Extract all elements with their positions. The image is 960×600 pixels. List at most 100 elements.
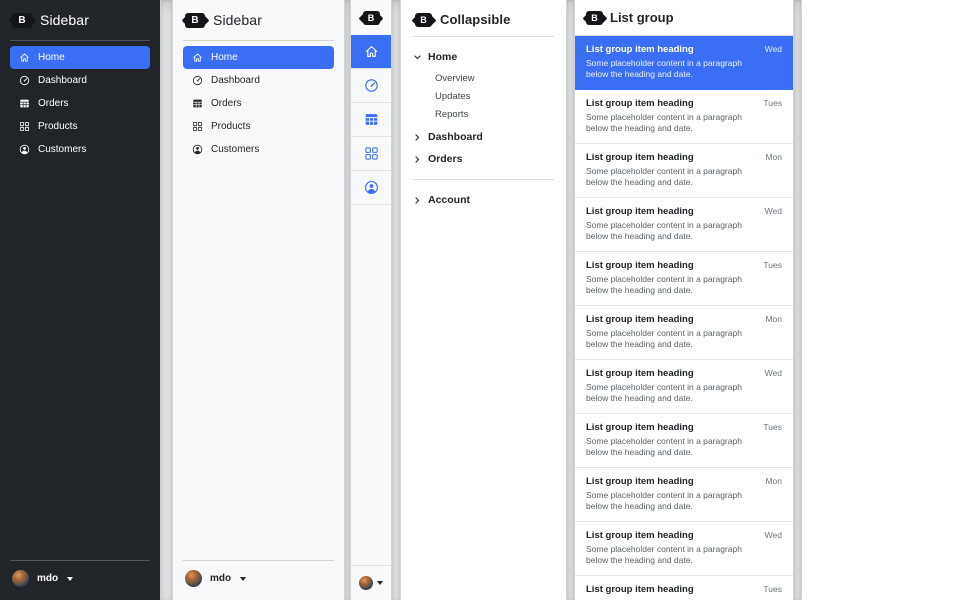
house-icon: [192, 52, 203, 63]
sidebar-title: Sidebar: [40, 12, 89, 28]
person-circle-icon: [364, 180, 379, 195]
icon-nav-dashboard[interactable]: [351, 69, 391, 103]
sidebar-light: B Sidebar Home Dashboard Orders Products…: [173, 0, 344, 600]
user-dropdown[interactable]: mdo: [183, 560, 334, 590]
sidebar-item-products[interactable]: Products: [10, 115, 150, 138]
brand-link[interactable]: B Collapsible: [413, 10, 554, 27]
divider-line: [10, 40, 150, 41]
collapse-toggle-home[interactable]: Home: [413, 47, 554, 67]
icon-nav-orders[interactable]: [351, 103, 391, 137]
list-item-day: Tues: [763, 260, 782, 270]
sidebar-dark: B Sidebar Home Dashboard Orders Products…: [0, 0, 160, 600]
sidebar-item-dashboard[interactable]: Dashboard: [10, 69, 150, 92]
list-item-body: Some placeholder content in a paragraph …: [586, 382, 754, 404]
list-item[interactable]: List group item heading Tues Some placeh…: [575, 90, 793, 144]
list-item-body: Some placeholder content in a paragraph …: [586, 274, 754, 296]
collapse-label: Dashboard: [428, 131, 483, 143]
sidebar-collapsible: B Collapsible Home Overview Updates Repo…: [401, 0, 566, 600]
chevron-right-icon: [413, 155, 422, 164]
sidebar-item-products[interactable]: Products: [183, 115, 334, 138]
brand-link[interactable]: B Sidebar: [183, 10, 334, 28]
icon-nav-home[interactable]: [351, 35, 391, 69]
list-item-day: Tues: [763, 584, 782, 594]
sidebar-item-dashboard[interactable]: Dashboard: [183, 69, 334, 92]
list-item-heading: List group item heading: [586, 422, 694, 433]
nav-label: Products: [211, 120, 250, 134]
brand-link[interactable]: B: [351, 0, 391, 35]
list-item-day: Tues: [763, 422, 782, 432]
subnav-updates[interactable]: Updates: [413, 87, 554, 105]
list-item-day: Mon: [765, 314, 782, 324]
list-item[interactable]: List group item heading Wed Some placeho…: [575, 198, 793, 252]
list-item[interactable]: List group item heading Mon Some placeho…: [575, 468, 793, 522]
user-dropdown[interactable]: [351, 565, 391, 600]
bootstrap-logo-icon: B: [586, 11, 603, 25]
subnav-overview[interactable]: Overview: [413, 69, 554, 87]
nav-label: Orders: [38, 97, 69, 111]
bootstrap-logo-icon: B: [185, 13, 205, 28]
sidebar-list-group: B List group List group item heading Wed…: [575, 0, 793, 600]
house-icon: [364, 44, 379, 59]
nav-label: Dashboard: [211, 74, 260, 88]
user-dropdown[interactable]: mdo: [10, 560, 150, 590]
bootstrap-logo-icon: B: [415, 13, 432, 27]
list-item-body: Some placeholder content in a paragraph …: [586, 166, 754, 188]
nav-label: Products: [38, 120, 77, 134]
icon-nav-customers[interactable]: [351, 171, 391, 205]
sidebar-title: Collapsible: [440, 12, 510, 27]
sidebar-item-orders[interactable]: Orders: [10, 92, 150, 115]
chevron-right-icon: [413, 196, 422, 205]
sidebar-item-orders[interactable]: Orders: [183, 92, 334, 115]
avatar: [359, 576, 373, 590]
list-item[interactable]: List group item heading Wed Some placeho…: [575, 36, 793, 90]
house-icon: [19, 52, 30, 63]
sidebar-item-customers[interactable]: Customers: [10, 138, 150, 161]
list-item[interactable]: List group item heading Mon Some placeho…: [575, 306, 793, 360]
list-item[interactable]: List group item heading Tues Some placeh…: [575, 414, 793, 468]
speedometer-icon: [19, 75, 30, 86]
sidebar-item-home[interactable]: Home: [183, 46, 334, 69]
subnav-reports[interactable]: Reports: [413, 105, 554, 123]
list-item[interactable]: List group item heading Wed Some placeho…: [575, 360, 793, 414]
list-item[interactable]: List group item heading Mon Some placeho…: [575, 144, 793, 198]
example-divider: [566, 0, 575, 600]
sidebar-item-home[interactable]: Home: [10, 46, 150, 69]
icon-nav-products[interactable]: [351, 137, 391, 171]
list-item-heading: List group item heading: [586, 314, 694, 325]
person-circle-icon: [19, 144, 30, 155]
list-item-heading: List group item heading: [586, 44, 694, 55]
brand-link[interactable]: B List group: [575, 0, 793, 36]
divider-line: [183, 40, 334, 41]
grid-icon: [192, 121, 203, 132]
collapse-toggle-orders[interactable]: Orders: [413, 149, 554, 169]
list-item-heading: List group item heading: [586, 98, 694, 109]
person-circle-icon: [192, 144, 203, 155]
list-item-day: Wed: [765, 206, 782, 216]
list-item[interactable]: List group item heading Wed Some placeho…: [575, 522, 793, 576]
nav-list: Home Dashboard Orders Products Customers: [10, 46, 150, 161]
divider-line: [413, 179, 554, 180]
speedometer-icon: [192, 75, 203, 86]
bootstrap-logo-icon: B: [12, 13, 32, 28]
example-divider: [160, 0, 173, 600]
list-item-body: Some placeholder content in a paragraph …: [586, 490, 754, 512]
brand-link[interactable]: B Sidebar: [10, 10, 150, 28]
collapse-toggle-dashboard[interactable]: Dashboard: [413, 127, 554, 147]
list-group: List group item heading Wed Some placeho…: [575, 36, 793, 600]
list-item-body: Some placeholder content in a paragraph …: [586, 58, 754, 80]
sidebar-item-customers[interactable]: Customers: [183, 138, 334, 161]
sidebar-icons-only: B: [351, 0, 391, 600]
list-item-heading: List group item heading: [586, 530, 694, 541]
list-item-heading: List group item heading: [586, 368, 694, 379]
list-item-day: Wed: [765, 368, 782, 378]
collapse-label: Account: [428, 194, 470, 206]
table-icon: [192, 98, 203, 109]
list-item-heading: List group item heading: [586, 476, 694, 487]
list-item[interactable]: List group item heading Tues Some placeh…: [575, 252, 793, 306]
table-icon: [19, 98, 30, 109]
collapse-toggle-account[interactable]: Account: [413, 190, 554, 210]
bootstrap-logo-icon: B: [363, 11, 380, 25]
sidebar-title: Sidebar: [213, 12, 262, 28]
nav-label: Customers: [211, 143, 259, 157]
list-item[interactable]: List group item heading Tues Some placeh…: [575, 576, 793, 600]
